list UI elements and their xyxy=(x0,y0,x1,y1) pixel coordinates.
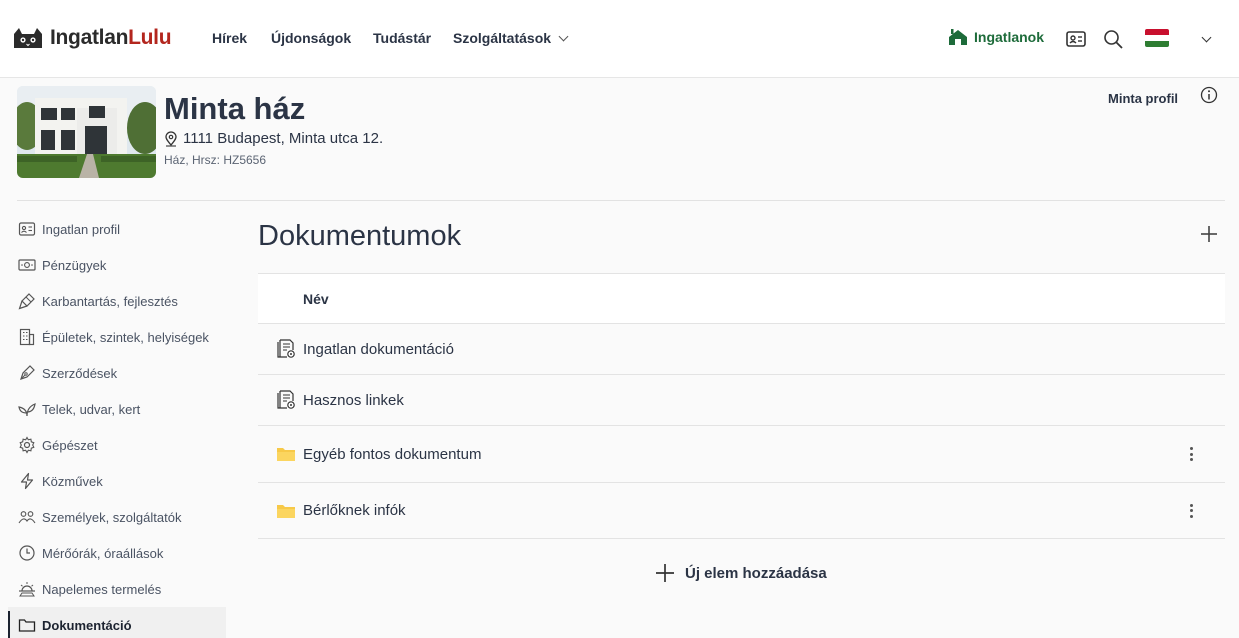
clock-icon xyxy=(19,545,35,561)
folder-icon xyxy=(277,448,295,461)
brand-part1: Ingatlan xyxy=(50,26,129,49)
gear-icon xyxy=(19,436,35,454)
sidebar-item-label: Mérőórák, óraállások xyxy=(42,545,164,561)
property-address-text: 1111 Budapest, Minta utca 12. xyxy=(183,130,384,147)
nav-szolgaltatasok[interactable]: Szolgáltatások xyxy=(453,30,569,46)
add-new-item-button[interactable]: Új elem hozzáadása xyxy=(655,563,827,583)
top-navigation: IngatlanLulu Hírek Újdonságok Tudástár S… xyxy=(0,0,1239,78)
sidebar-item-karbantartas[interactable]: Karbantartás, fejlesztés xyxy=(8,283,226,319)
documents-table: Név Ingatlan dokumentáció Hasznos linkek… xyxy=(258,273,1225,539)
nav-tudastar[interactable]: Tudástár xyxy=(373,30,431,46)
table-row[interactable]: Bérlőknek infók xyxy=(258,482,1225,539)
ingatlanok-link[interactable]: Ingatlanok xyxy=(948,28,1044,46)
more-options-icon[interactable] xyxy=(1184,502,1198,520)
row-label: Ingatlan dokumentáció xyxy=(303,340,454,358)
sidebar-item-label: Épületek, szintek, helyiségek xyxy=(42,329,209,345)
sidebar-item-dokumentacio[interactable]: Dokumentáció xyxy=(8,607,226,638)
table-header: Név xyxy=(258,273,1225,323)
property-type: Ház, Hrsz: HZ5656 xyxy=(164,153,267,167)
sidebar-item-penzugyek[interactable]: Pénzügyek xyxy=(8,247,226,283)
document-icon xyxy=(277,339,295,358)
ingatlanok-label: Ingatlanok xyxy=(974,29,1045,45)
property-title: Minta ház xyxy=(164,91,306,126)
table-row[interactable]: Hasznos linkek xyxy=(258,374,1225,425)
sidebar-item-label: Dokumentáció xyxy=(42,617,132,633)
sidebar-item-meroorak[interactable]: Mérőórák, óraállások xyxy=(8,535,226,571)
sidebar-item-napelemes[interactable]: Napelemes termelés xyxy=(8,571,226,607)
folder-icon xyxy=(277,504,295,518)
page-title: Dokumentumok xyxy=(258,220,462,252)
nav-hirek[interactable]: Hírek xyxy=(212,30,247,46)
location-pin-icon xyxy=(165,130,177,147)
people-icon xyxy=(18,511,36,524)
leaf-icon xyxy=(18,403,36,417)
document-icon xyxy=(277,390,295,409)
sidebar-item-szemelyek[interactable]: Személyek, szolgáltatók xyxy=(8,499,226,535)
building-icon xyxy=(19,328,35,346)
sidebar-item-label: Személyek, szolgáltatók xyxy=(42,509,182,525)
sidebar-item-kozmuvek[interactable]: Közművek xyxy=(8,463,226,499)
sun-icon xyxy=(19,582,35,597)
sidebar-item-szerzodesek[interactable]: Szerződések xyxy=(8,355,226,391)
lightning-icon xyxy=(20,472,34,490)
language-chevron-down-icon[interactable] xyxy=(1201,32,1212,43)
sidebar-item-label: Szerződések xyxy=(42,365,118,381)
nav-szolgaltatasok-label: Szolgáltatások xyxy=(453,30,552,46)
id-card-icon[interactable] xyxy=(1065,28,1087,50)
table-row[interactable]: Ingatlan dokumentáció xyxy=(258,323,1225,374)
nav-ujdonsagok[interactable]: Újdonságok xyxy=(271,30,351,46)
column-header-name[interactable]: Név xyxy=(303,291,329,307)
brush-icon xyxy=(18,293,35,310)
sidebar: Ingatlan profil Pénzügyek Karbantartás, … xyxy=(8,211,226,638)
sidebar-item-telek[interactable]: Telek, udvar, kert xyxy=(8,391,226,427)
hungarian-flag-icon[interactable] xyxy=(1145,29,1169,47)
money-icon xyxy=(18,259,36,271)
logo[interactable]: IngatlanLulu xyxy=(10,26,172,50)
header-divider xyxy=(17,200,1225,201)
id-card-icon xyxy=(18,222,36,236)
sidebar-item-epuletek[interactable]: Épületek, szintek, helyiségek xyxy=(8,319,226,355)
search-icon[interactable] xyxy=(1102,28,1124,50)
add-icon[interactable] xyxy=(1199,224,1219,244)
row-label: Hasznos linkek xyxy=(303,391,404,409)
chevron-down-icon xyxy=(558,31,569,42)
sidebar-item-gepeszet[interactable]: Gépészet xyxy=(8,427,226,463)
plus-icon xyxy=(656,564,674,582)
table-row[interactable]: Egyéb fontos dokumentum xyxy=(258,425,1225,482)
sidebar-item-label: Ingatlan profil xyxy=(42,221,121,237)
sidebar-item-label: Közművek xyxy=(42,473,103,489)
profile-link[interactable]: Minta profil xyxy=(1108,91,1178,106)
property-image xyxy=(17,86,156,178)
sidebar-item-label: Telek, udvar, kert xyxy=(42,401,141,417)
pen-icon xyxy=(20,365,35,380)
row-label: Bérlőknek infók xyxy=(303,502,406,519)
brand-part2: Lulu xyxy=(128,26,172,49)
info-icon[interactable] xyxy=(1200,86,1218,104)
add-new-item-label: Új elem hozzáadása xyxy=(685,564,827,582)
sidebar-item-ingatlan-profil[interactable]: Ingatlan profil xyxy=(8,211,226,247)
property-address: 1111 Budapest, Minta utca 12. xyxy=(164,130,383,147)
sidebar-item-label: Gépészet xyxy=(42,437,98,453)
row-label: Egyéb fontos dokumentum xyxy=(303,445,482,463)
sidebar-item-label: Pénzügyek xyxy=(42,257,107,273)
cat-logo-icon xyxy=(14,28,42,48)
sidebar-item-label: Karbantartás, fejlesztés xyxy=(42,293,178,309)
more-options-icon[interactable] xyxy=(1184,445,1198,463)
sidebar-item-label: Napelemes termelés xyxy=(42,581,162,597)
house-icon xyxy=(949,29,967,45)
folder-icon xyxy=(18,619,36,632)
